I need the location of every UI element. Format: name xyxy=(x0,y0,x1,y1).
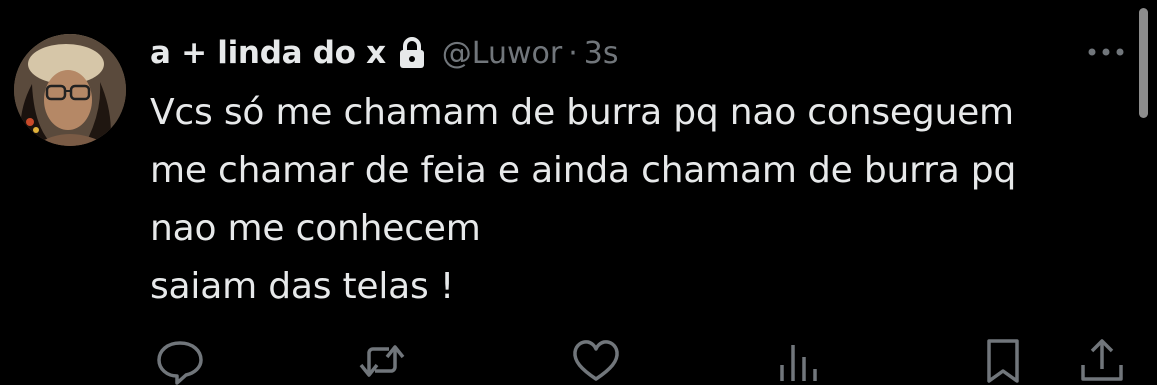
more-horizontal-icon[interactable] xyxy=(1084,40,1128,64)
tweet[interactable]: a + linda do x @Luwor · 3s Vcs só me cha… xyxy=(0,0,1157,385)
tweet-text: Vcs só me chamam de burra pq nao consegu… xyxy=(150,92,1017,307)
author-handle[interactable]: @Luwor xyxy=(442,36,562,71)
scrollbar[interactable] xyxy=(1139,8,1148,118)
avatar[interactable] xyxy=(14,34,126,146)
retweet-icon[interactable] xyxy=(355,335,409,385)
tweet-actions xyxy=(0,335,1157,385)
timestamp[interactable]: 3s xyxy=(584,36,619,71)
reply-icon[interactable] xyxy=(153,335,207,385)
avatar-image xyxy=(14,34,126,146)
display-name[interactable]: a + linda do x xyxy=(150,35,386,71)
lock-icon xyxy=(398,36,426,70)
bookmark-icon[interactable] xyxy=(976,335,1030,385)
views-icon[interactable] xyxy=(772,335,826,385)
heart-icon[interactable] xyxy=(569,335,623,385)
separator-dot: · xyxy=(568,35,578,71)
tweet-header: a + linda do x @Luwor · 3s xyxy=(150,30,618,76)
share-icon[interactable] xyxy=(1075,335,1129,385)
